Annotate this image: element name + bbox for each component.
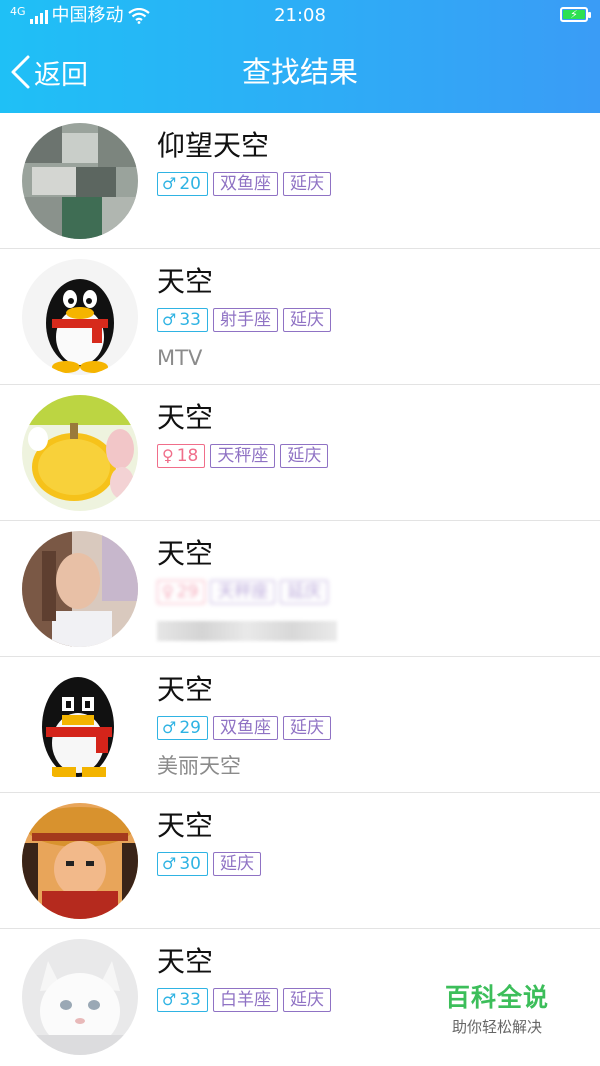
result-name: 天空 xyxy=(157,265,214,298)
female-icon: ♀ xyxy=(162,446,174,465)
location-tag: 延庆 xyxy=(282,716,331,740)
male-icon: ♂ xyxy=(162,990,177,1009)
constellation-tag: 双鱼座 xyxy=(212,172,278,196)
tag-list: ♀ 18 天秤座 延庆 xyxy=(157,444,329,468)
location-tag: 延庆 xyxy=(282,988,331,1012)
signature: MTV xyxy=(157,346,203,370)
result-name: 天空 xyxy=(157,401,214,434)
tag-list: ♂ 29 双鱼座 延庆 xyxy=(157,716,331,740)
age-tag: ♂ 33 xyxy=(157,308,208,332)
tag-list: ♂ 20 双鱼座 延庆 xyxy=(157,172,331,196)
redacted-signature xyxy=(157,621,337,641)
age-tag: ♀ 29 xyxy=(157,580,206,604)
age-value: 33 xyxy=(179,310,201,330)
result-row[interactable]: 天空 ♂ 29 双鱼座 延庆 美丽天空 xyxy=(0,657,600,793)
age-tag: ♂ 29 xyxy=(157,716,208,740)
avatar xyxy=(22,531,138,647)
result-name: 仰望天空 xyxy=(157,129,270,162)
age-tag: ♀ 18 xyxy=(157,444,206,468)
location-tag: 延庆 xyxy=(212,852,261,876)
male-icon: ♂ xyxy=(162,174,177,193)
anime-avatar-image xyxy=(22,803,138,919)
constellation-tag: 白羊座 xyxy=(212,988,278,1012)
back-button[interactable]: 返回 xyxy=(8,52,88,92)
male-icon: ♂ xyxy=(162,854,177,873)
avatar xyxy=(22,395,138,511)
male-icon: ♂ xyxy=(162,310,177,329)
photo-avatar-image xyxy=(22,531,138,647)
result-row[interactable]: 天空 ♂ 30 延庆 xyxy=(0,793,600,929)
avatar xyxy=(22,803,138,919)
result-row[interactable]: 仰望天空 ♂ 20 双鱼座 延庆 xyxy=(0,113,600,249)
result-name: 天空 xyxy=(157,945,214,978)
result-list: 仰望天空 ♂ 20 双鱼座 延庆 天空 ♂ 33 射手座 延庆 MTV 天空 ♀… xyxy=(0,113,600,1065)
penguin-avatar-image xyxy=(22,259,138,375)
back-label: 返回 xyxy=(34,59,88,91)
result-name: 天空 xyxy=(157,673,214,706)
constellation-tag: 天秤座 xyxy=(210,580,276,604)
avatar xyxy=(22,667,138,783)
constellation-tag: 双鱼座 xyxy=(212,716,278,740)
constellation-tag: 天秤座 xyxy=(210,444,276,468)
status-bar: 4G 中国移动 21:08 ⚡ xyxy=(0,0,600,32)
bolt-icon: ⚡ xyxy=(570,8,578,21)
location-tag: 延庆 xyxy=(280,580,329,604)
age-tag: ♂ 33 xyxy=(157,988,208,1012)
clock: 21:08 xyxy=(274,5,326,26)
result-row[interactable]: 天空 ♀ 29 天秤座 延庆 xyxy=(0,521,600,657)
penguin-avatar-image xyxy=(22,667,138,783)
tag-list: ♂ 30 延庆 xyxy=(157,852,261,876)
tag-list: ♂ 33 白羊座 延庆 xyxy=(157,988,331,1012)
battery-charging-icon: ⚡ xyxy=(560,7,591,22)
result-row[interactable]: 天空 ♂ 33 射手座 延庆 MTV xyxy=(0,249,600,385)
result-name: 天空 xyxy=(157,537,214,570)
cartoon-avatar-image xyxy=(22,395,138,511)
age-tag: ♂ 20 xyxy=(157,172,208,196)
age-value: 29 xyxy=(176,582,199,602)
age-value: 33 xyxy=(179,990,201,1010)
result-row[interactable]: 天空 ♂ 33 白羊座 延庆 xyxy=(0,929,600,1065)
age-value: 30 xyxy=(179,854,201,874)
location-tag: 延庆 xyxy=(282,172,331,196)
result-row[interactable]: 天空 ♀ 18 天秤座 延庆 xyxy=(0,385,600,521)
cat-avatar-image xyxy=(22,939,138,1055)
age-value: 29 xyxy=(179,718,201,738)
avatar xyxy=(22,939,138,1055)
avatar-image xyxy=(22,123,138,239)
tag-list: ♀ 29 天秤座 延庆 xyxy=(157,580,329,604)
constellation-tag: 射手座 xyxy=(212,308,278,332)
avatar xyxy=(22,259,138,375)
tag-list: ♂ 33 射手座 延庆 xyxy=(157,308,331,332)
location-tag: 延庆 xyxy=(280,444,329,468)
location-tag: 延庆 xyxy=(282,308,331,332)
male-icon: ♂ xyxy=(162,718,177,737)
female-icon: ♀ xyxy=(162,582,174,601)
top-bar: 4G 中国移动 21:08 ⚡ 返回 查找结果 xyxy=(0,0,600,113)
result-name: 天空 xyxy=(157,809,214,842)
page-title: 查找结果 xyxy=(241,55,358,89)
age-value: 20 xyxy=(179,174,201,194)
avatar xyxy=(22,123,138,239)
age-value: 18 xyxy=(176,446,199,466)
age-tag: ♂ 30 xyxy=(157,852,208,876)
chevron-left-icon xyxy=(11,55,30,89)
signature: 美丽天空 xyxy=(157,754,241,778)
